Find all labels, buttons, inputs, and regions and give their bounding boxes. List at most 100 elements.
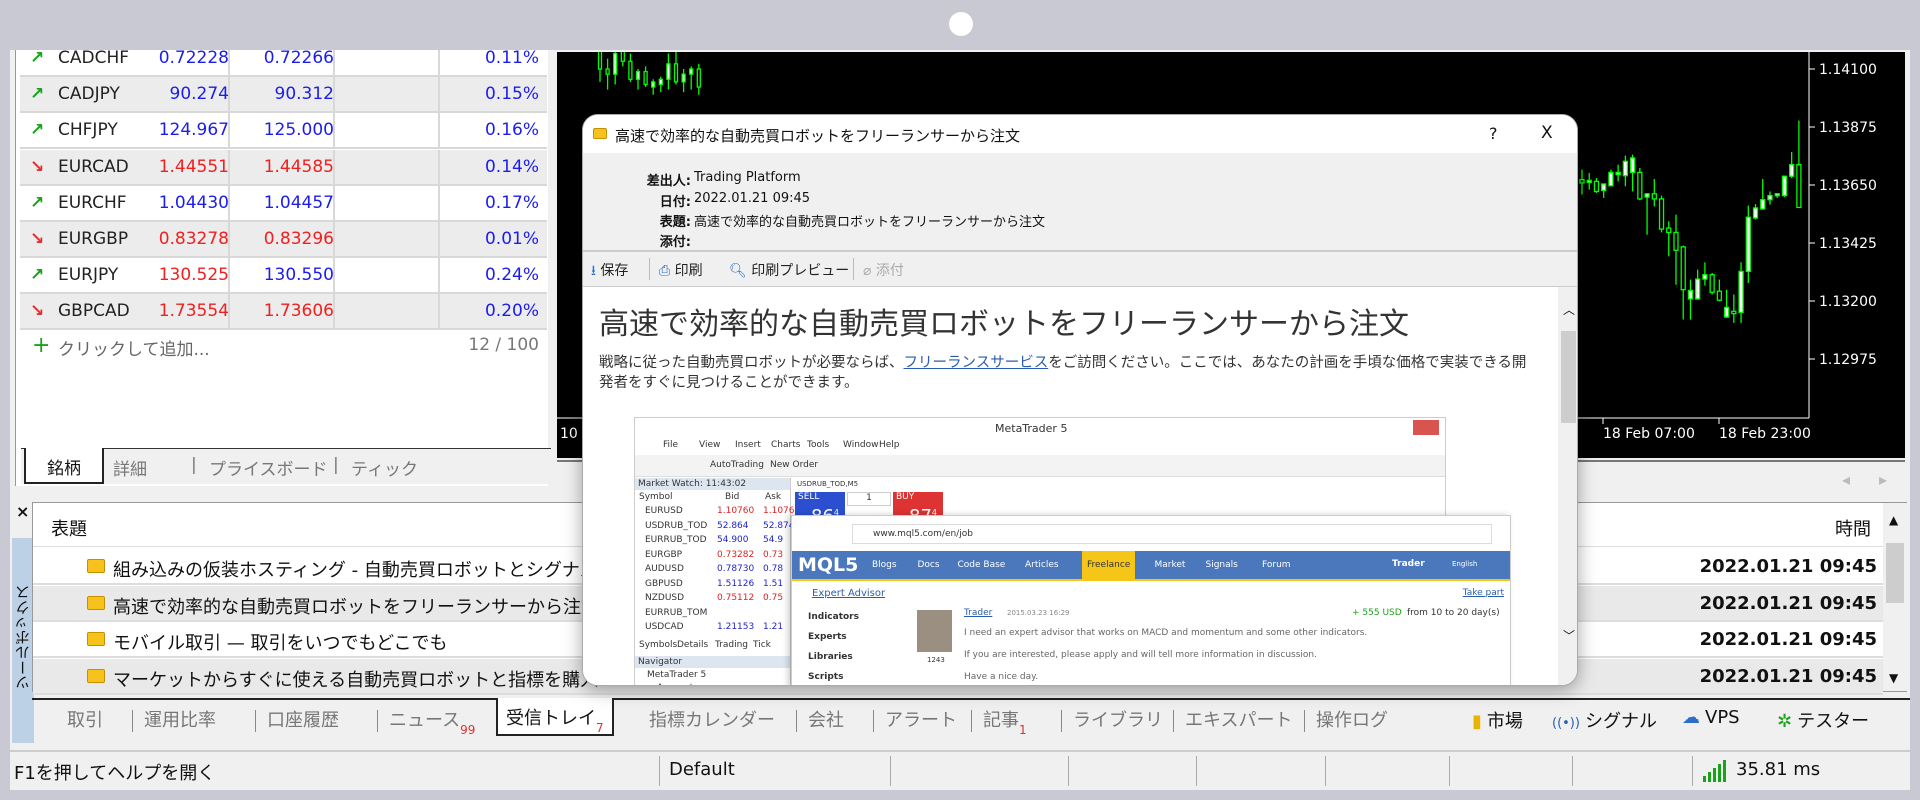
tool-label: テスター	[1797, 711, 1870, 732]
new-order-label: New Order	[770, 460, 819, 470]
mql5-side-item: Scripts	[808, 672, 844, 682]
tab-divider	[132, 710, 133, 732]
add-symbol-label: クリックして追加...	[58, 340, 210, 360]
email-dialog: 高速で効率的な自動売買ロボットをフリーランサーから注文 ? X 差出人: Tra…	[582, 114, 1578, 686]
toolbox-tab[interactable]: 記事1	[983, 706, 1027, 737]
candle	[673, 52, 679, 85]
toolbox-close-icon[interactable]: ×	[16, 502, 29, 521]
scroll-down-icon[interactable]: ▼	[1889, 671, 1898, 685]
market-watch-tab[interactable]: プライスボード	[209, 455, 328, 480]
save-icon: ⭳	[591, 263, 596, 279]
post-date: 2015.03.23 16:29	[1007, 609, 1070, 617]
envelope-icon	[87, 632, 105, 646]
symbol-row[interactable]: ↗ CADCHF 0.72228 0.72266 0.11%	[20, 50, 547, 77]
bid-price: 0.72228	[158, 50, 229, 68]
toolbox-tab[interactable]: ニュース99	[389, 706, 475, 737]
attach-label: 添付:	[659, 235, 691, 250]
dialog-toolbar: ⭳ 保存 ⎙ 印刷 🔍︎ 印刷プレビュー ⌀ 添付	[583, 252, 1577, 287]
toolbar-bag[interactable]: ▮ 市場	[1472, 707, 1523, 733]
tab-label: 操作ログ	[1316, 710, 1388, 731]
toolbox-tab[interactable]: 取引	[67, 706, 103, 732]
symbol-name: EURGBP	[58, 229, 129, 249]
daily-change: 0.20%	[484, 301, 539, 322]
dialog-scrollbar[interactable]: ︿ ﹀	[1558, 287, 1577, 685]
mini-market-watch: Market Watch: 11:43:02 Symbol Bid Ask EURUSD…	[635, 478, 800, 685]
connection-bars-icon	[1703, 760, 1729, 787]
mini-nav-item: Accounts	[657, 683, 698, 685]
toolbox-tab[interactable]: 指標カレンダー	[649, 706, 775, 732]
candle	[1760, 179, 1766, 210]
symbol-row[interactable]: ↘ GBPCAD 1.73554 1.73606 0.20%	[20, 294, 547, 331]
attach-button[interactable]: ⌀ 添付	[863, 260, 904, 280]
column-divider	[438, 222, 440, 258]
mt5-toolbar: AutoTrading New Order	[635, 455, 1445, 477]
scroll-thumb[interactable]	[1886, 543, 1904, 603]
scroll-right-icon[interactable]: ▸	[1879, 470, 1887, 489]
add-symbol-row[interactable]: + クリックして追加... 12 / 100	[20, 330, 547, 364]
toolbox-tab[interactable]: 運用比率	[144, 706, 216, 732]
toolbar-signal[interactable]: ((•)) シグナル	[1552, 707, 1657, 733]
toolbox-tab[interactable]: 会社	[808, 706, 844, 732]
candle	[1695, 269, 1701, 300]
print-button[interactable]: ⎙ 印刷	[659, 260, 703, 280]
toolbox-tab[interactable]: 口座履歴	[267, 706, 339, 732]
column-subject[interactable]: 表題	[51, 515, 87, 541]
menu-item: Charts	[771, 440, 801, 450]
ask-price: 1.44585	[263, 156, 334, 177]
toolbar-tester[interactable]: ✲ テスター	[1777, 707, 1869, 733]
symbol-row[interactable]: ↗ EURCHF 1.04430 1.04457 0.17%	[20, 185, 547, 222]
tab-label: 取引	[67, 710, 103, 731]
status-bar: F1を押してヘルプを開く Default 35.81 ms	[10, 750, 1910, 788]
toolbox-tab[interactable]: 操作ログ	[1316, 706, 1388, 732]
market-watch-tab[interactable]: 詳細	[113, 455, 147, 480]
arrow-up-icon: ↗	[30, 265, 45, 286]
candle	[1586, 172, 1592, 190]
toolbar-cloud[interactable]: ☁ VPS	[1682, 707, 1740, 728]
save-button[interactable]: ⭳ 保存	[591, 260, 628, 284]
column-divider	[333, 294, 335, 331]
candle	[658, 76, 663, 93]
toolbox-tab[interactable]: ライブラリ	[1073, 706, 1163, 732]
symbol-row[interactable]: ↗ CHFJPY 124.967 125.000 0.16%	[20, 113, 547, 150]
post-term: from 10 to 20 day(s)	[1407, 608, 1500, 618]
market-watch-tab[interactable]: ティック	[351, 455, 418, 480]
arrow-up-icon: ↗	[30, 50, 45, 68]
tab-symbols[interactable]: 銘柄	[24, 448, 104, 484]
close-button[interactable]: X	[1541, 123, 1553, 143]
browser-window-image: www.mql5.com/en/job MQL5 Blogs Docs Code Bas…	[791, 515, 1511, 685]
column-divider	[438, 185, 440, 222]
toolbox-vertical-tab[interactable]: ツールボックス	[12, 538, 34, 743]
tab-divider	[796, 710, 797, 732]
scroll-up-icon[interactable]: ▲	[1889, 513, 1898, 527]
tab-badge: 7	[596, 721, 604, 735]
tab-inbox[interactable]: 受信トレイ7	[496, 698, 614, 736]
message-subject: マーケットからすぐに使える自動売買ロボットと指標を購入	[113, 669, 599, 691]
freelance-link[interactable]: フリーランスサービス	[904, 355, 1049, 371]
inbox-scrollbar[interactable]: ▲ ▼	[1883, 503, 1907, 691]
help-button[interactable]: ?	[1489, 124, 1498, 143]
tab-divider	[1173, 710, 1174, 732]
symbol-row[interactable]: ↘ EURGBP 0.83278 0.83296 0.01%	[20, 222, 547, 258]
symbol-row[interactable]: ↗ EURJPY 130.525 130.550 0.24%	[20, 258, 547, 295]
column-divider	[438, 77, 440, 114]
help-hint: F1を押してヘルプを開く	[14, 763, 216, 784]
toolbox-tab[interactable]: アラート	[885, 706, 957, 732]
column-time[interactable]: 時間	[1835, 515, 1871, 541]
profile-name[interactable]: Default	[669, 759, 735, 780]
scroll-left-icon[interactable]: ◂	[1842, 470, 1850, 489]
ping-value: 35.81 ms	[1736, 759, 1821, 780]
price-label: 1.13425	[1819, 236, 1877, 252]
arrow-up-icon: ↗	[30, 192, 45, 213]
ask-price: 125.000	[263, 120, 334, 141]
tab-label: 記事	[983, 710, 1019, 731]
symbol-row[interactable]: ↗ CADJPY 90.274 90.312 0.15%	[20, 77, 547, 114]
print-preview-button[interactable]: 🔍︎ 印刷プレビュー	[729, 260, 849, 280]
scroll-down-icon[interactable]: ﹀	[1563, 627, 1575, 644]
scroll-thumb[interactable]	[1561, 331, 1576, 423]
toolbox-tab[interactable]: エキスパート	[1185, 706, 1292, 732]
symbol-row[interactable]: ↘ EURCAD 1.44551 1.44585 0.14%	[20, 149, 547, 186]
scroll-up-icon[interactable]: ︿	[1563, 301, 1575, 318]
arrow-down-icon: ↘	[30, 301, 45, 322]
tab-divider	[1304, 710, 1305, 732]
dialog-title-bar[interactable]: 高速で効率的な自動売買ロボットをフリーランサーから注文 ? X	[583, 115, 1577, 153]
